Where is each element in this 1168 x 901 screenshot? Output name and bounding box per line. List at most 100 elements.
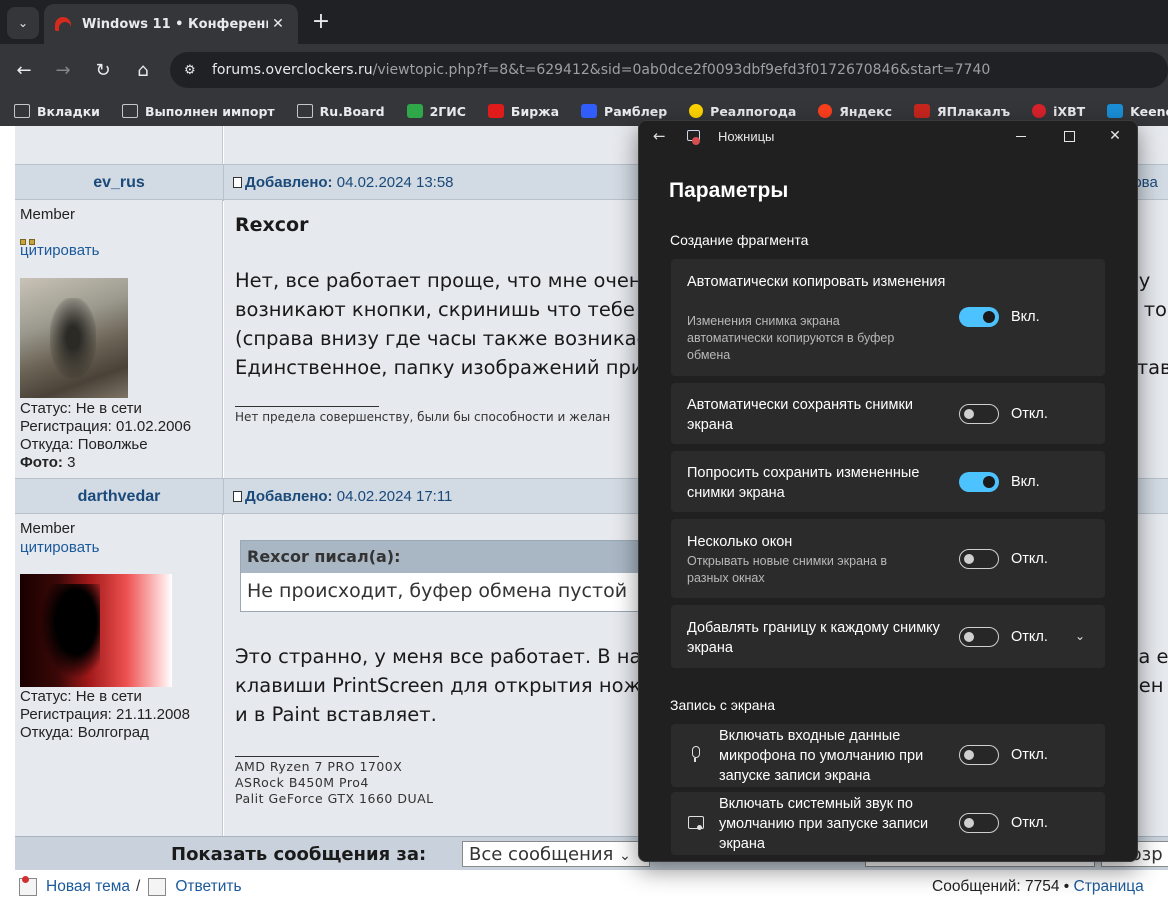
post-author[interactable]: darthvedar [15, 488, 223, 506]
user-registration: Регистрация: 21.11.2008 [20, 706, 190, 723]
toggle-state: Вкл. [1011, 474, 1040, 490]
folder-icon [296, 104, 313, 118]
tab-strip: ⌄ Windows 11 • Конференция О ✕ + [0, 0, 1168, 44]
toggle-switch[interactable] [959, 549, 999, 569]
quote-link[interactable]: цитировать [20, 242, 99, 259]
section-title-record: Запись с экрана [670, 697, 776, 713]
bookmark-rambler[interactable]: Рамблер [581, 104, 667, 119]
user-status: Статус: Не в сети [20, 688, 142, 705]
bookmark-import[interactable]: Выполнен импорт [121, 104, 275, 119]
signature-divider [235, 756, 379, 757]
toggle-state: Откл. [1011, 551, 1048, 567]
message-count: Сообщений: 7754 • [932, 878, 1070, 895]
address-bar[interactable]: ⚙ forums.overclockers.ru/viewtopic.php?f… [170, 52, 1168, 88]
bookmark-birzha[interactable]: Биржа [487, 104, 559, 119]
new-tab-button[interactable]: + [308, 9, 334, 34]
chevron-down-icon: ⌄ [17, 16, 29, 30]
signature-divider [235, 406, 379, 407]
site-info-icon[interactable]: ⚙ [184, 63, 212, 78]
bookmark-yandex[interactable]: Яндекс [818, 104, 892, 119]
app-title: Ножницы [718, 129, 775, 144]
back-icon[interactable]: ← [11, 57, 37, 83]
post-link-icon[interactable] [233, 491, 242, 502]
bookmark-vkladki[interactable]: Вкладки [14, 104, 100, 119]
yandex-icon [818, 104, 833, 118]
toggle-state: Откл. [1011, 747, 1048, 763]
minimize-icon[interactable] [1007, 125, 1035, 147]
setting-auto-save[interactable]: Автоматически сохранять снимки экрана От… [671, 383, 1105, 444]
setting-title: Включать системный звук по умолчанию при… [719, 796, 929, 852]
setting-title: Автоматически сохранять снимки экрана [687, 397, 913, 433]
setting-description: Открывать новые снимки экрана в разных о… [687, 554, 888, 585]
user-location: Откуда: Волгоград [20, 724, 149, 741]
chevron-down-icon[interactable]: ⌄ [1075, 629, 1085, 643]
folder-icon [14, 104, 30, 118]
snipping-tool-window: ← Ножницы ✕ Параметры Создание фрагмента… [638, 120, 1138, 862]
separator: / [136, 878, 141, 895]
close-icon[interactable]: ✕ [1101, 125, 1129, 147]
browser-tab[interactable]: Windows 11 • Конференция О ✕ [44, 4, 298, 44]
show-messages-select[interactable]: Все сообщения ⌄ [462, 841, 650, 867]
reply-link[interactable]: Ответить [175, 878, 241, 896]
toggle-state: Откл. [1011, 815, 1048, 831]
post-2-userinfo: Member цитировать Статус: Не в сети Реги… [15, 514, 223, 836]
post-text: Нет, все работает проще, что мне очень в… [235, 269, 654, 379]
realpogoda-icon [689, 104, 704, 118]
reload-icon[interactable]: ↻ [90, 57, 116, 83]
post-actions: Новая тема / Ответить [19, 876, 242, 896]
setting-ask-save[interactable]: Попросить сохранить измененные снимки эк… [671, 451, 1105, 512]
signature: Нет предела совершенству, были бы способ… [235, 410, 611, 424]
tab-search-button[interactable]: ⌄ [7, 7, 39, 39]
post-1-userinfo: Member цитировать Статус: Не в сети Реги… [15, 200, 223, 478]
avatar [20, 574, 172, 687]
2gis-icon [406, 104, 423, 118]
tab-title: Windows 11 • Конференция О [82, 16, 268, 32]
quote-text: Не происходит, буфер обмена пустой [247, 580, 628, 602]
setting-title: Несколько окон [687, 534, 793, 550]
maximize-icon[interactable] [1055, 125, 1083, 147]
quote-link[interactable]: цитировать [20, 539, 99, 556]
url-text[interactable]: forums.overclockers.ru/viewtopic.php?f=8… [212, 62, 990, 78]
setting-title: Добавлять границу к каждому снимку экран… [687, 620, 940, 656]
speaker-icon [687, 814, 705, 832]
bookmark-keenetic[interactable]: Keenetic [1107, 104, 1168, 119]
bookmark-2gis[interactable]: 2ГИС [406, 104, 466, 119]
toggle-switch[interactable] [959, 307, 999, 327]
setting-multiple-windows[interactable]: Несколько окон Открывать новые снимки эк… [671, 519, 1105, 598]
user-status: Статус: Не в сети [20, 400, 142, 417]
header-divider [223, 479, 224, 515]
browser-toolbar: ← → ↻ ⌂ ⚙ forums.overclockers.ru/viewtop… [0, 44, 1168, 96]
title-bar[interactable]: ← Ножницы ✕ [639, 121, 1137, 153]
setting-add-border[interactable]: Добавлять границу к каждому снимку экран… [671, 605, 1105, 668]
toggle-state: Вкл. [1011, 309, 1040, 325]
setting-microphone[interactable]: Включать входные данные микрофона по умо… [671, 724, 1105, 787]
page-link[interactable]: Страница [1074, 878, 1144, 895]
forward-icon[interactable]: → [50, 57, 76, 83]
bookmark-ruboard[interactable]: Ru.Board [296, 104, 385, 119]
back-arrow-icon[interactable]: ← [653, 127, 666, 145]
setting-auto-copy[interactable]: Автоматически копировать изменения Измен… [671, 259, 1105, 376]
toggle-switch[interactable] [959, 472, 999, 492]
post-text: Это странно, у меня все работает. В на к… [235, 645, 642, 726]
microphone-icon [687, 745, 705, 763]
toggle-switch[interactable] [959, 745, 999, 765]
show-messages-label: Показать сообщения за: [171, 844, 427, 865]
toggle-switch[interactable] [959, 813, 999, 833]
post-link-icon[interactable] [233, 177, 242, 188]
close-tab-icon[interactable]: ✕ [268, 16, 288, 32]
setting-description: Изменения снимка экрана автоматически ко… [687, 314, 895, 362]
signature: AMD Ryzen 7 PRO 1700X ASRock B450M Pro4 … [235, 759, 434, 806]
user-role: Member [20, 206, 76, 223]
setting-system-audio[interactable]: Включать системный звук по умолчанию при… [671, 792, 1105, 855]
toggle-switch[interactable] [959, 404, 999, 424]
new-topic-icon[interactable] [19, 876, 37, 896]
pagination-info: Сообщений: 7754 • Страница [932, 878, 1144, 896]
post-author[interactable]: ev_rus [15, 174, 223, 192]
new-topic-link[interactable]: Новая тема [46, 878, 130, 896]
bookmark-ixbt[interactable]: iXBT [1032, 104, 1085, 119]
toggle-switch[interactable] [959, 627, 999, 647]
bookmark-yaplakal[interactable]: ЯПлакалъ [914, 104, 1010, 119]
home-icon[interactable]: ⌂ [130, 57, 156, 83]
bookmark-realpogoda[interactable]: Реалпогода [689, 104, 796, 119]
reply-icon[interactable] [148, 878, 167, 896]
